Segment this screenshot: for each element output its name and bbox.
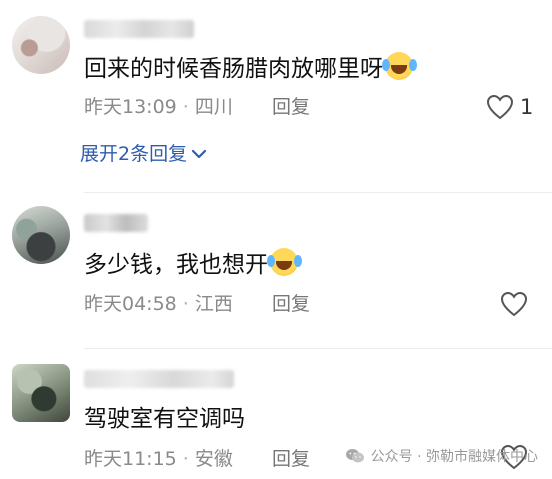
comment-text-content: 驾驶室有空调吗 (84, 406, 245, 432)
comment-time: 昨天11:15 (84, 448, 177, 470)
comment-list: 回来的时候香肠腊肉放哪里呀 昨天13:09 · 四川 回复 1 展开2条回复 多少钱… (0, 0, 552, 479)
username-blurred[interactable] (84, 370, 234, 388)
reply-button[interactable]: 回复 (272, 447, 310, 471)
comment-text-content: 多少钱，我也想开 (84, 252, 268, 278)
avatar[interactable] (12, 16, 70, 74)
username-blurred[interactable] (84, 20, 194, 38)
username-blurred[interactable] (84, 214, 148, 232)
comment-time: 昨天04:58 (84, 293, 177, 315)
comment-location: 江西 (194, 293, 233, 315)
laughing-crying-emoji-icon (267, 248, 298, 276)
comment-text-content: 回来的时候香肠腊肉放哪里呀 (84, 56, 383, 82)
comment-text: 多少钱，我也想开 (84, 248, 298, 280)
avatar[interactable] (12, 364, 70, 422)
comment-time: 昨天13:09 (84, 96, 177, 118)
wechat-icon (345, 449, 364, 463)
meta-separator: · (182, 293, 189, 315)
heart-icon (486, 94, 514, 120)
comment-meta: 昨天04:58 · 江西 (84, 292, 233, 316)
comment-text: 回来的时候香肠腊肉放哪里呀 (84, 52, 413, 84)
avatar[interactable] (12, 206, 70, 264)
comment-divider (84, 348, 552, 349)
watermark: 公众号 · 弥勒市融媒体中心 (345, 446, 538, 466)
laughing-crying-emoji-icon (382, 52, 413, 80)
like-button[interactable]: 1 (486, 93, 533, 121)
comment-text: 驾驶室有空调吗 (84, 404, 245, 434)
watermark-text: 公众号 · 弥勒市融媒体中心 (370, 449, 538, 465)
heart-icon (500, 291, 528, 317)
meta-separator: · (182, 448, 189, 470)
meta-separator: · (182, 96, 189, 118)
like-button[interactable] (500, 290, 528, 318)
comment-location: 安徽 (194, 448, 233, 470)
expand-replies-link[interactable]: 展开2条回复 (80, 142, 207, 166)
comment-meta: 昨天11:15 · 安徽 (84, 447, 233, 471)
comment-location: 四川 (194, 96, 233, 118)
expand-replies-label: 展开2条回复 (80, 143, 188, 165)
like-count: 1 (520, 95, 534, 119)
comment-divider (84, 192, 552, 193)
reply-button[interactable]: 回复 (272, 292, 310, 316)
comment-meta: 昨天13:09 · 四川 (84, 95, 233, 119)
chevron-down-icon (191, 149, 207, 159)
reply-button[interactable]: 回复 (272, 95, 310, 119)
